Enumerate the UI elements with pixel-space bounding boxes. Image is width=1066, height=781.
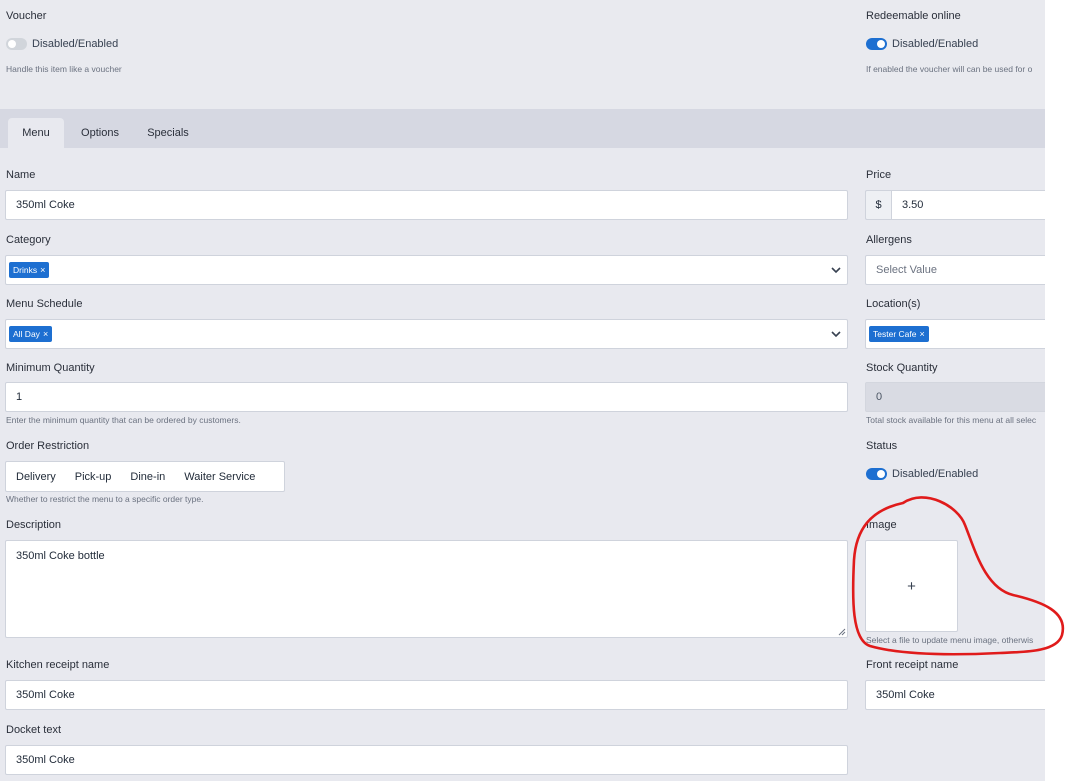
resize-handle-icon[interactable] <box>838 628 846 636</box>
kitchen-receipt-name-label: Kitchen receipt name <box>6 659 110 671</box>
locations-chip[interactable]: Tester Cafe × <box>869 326 929 342</box>
order-restriction-group: Delivery Pick-up Dine-in Waiter Service <box>5 461 285 492</box>
remove-chip-icon[interactable]: × <box>919 329 924 339</box>
menu-schedule-chip[interactable]: All Day × <box>9 326 53 342</box>
category-chip-label: Drinks <box>13 265 38 275</box>
front-receipt-name-input[interactable]: 350ml Coke <box>865 680 1045 710</box>
tab-options[interactable]: Options <box>72 118 128 148</box>
image-upload-button[interactable]: + <box>865 540 958 632</box>
redeemable-online-label: Redeemable online <box>866 10 961 22</box>
menu-item-edit-page: Voucher Disabled/Enabled Handle this ite… <box>0 0 1066 781</box>
menu-schedule-label: Menu Schedule <box>6 298 83 310</box>
order-type-waiter-service[interactable]: Waiter Service <box>184 471 255 483</box>
minimum-quantity-label: Minimum Quantity <box>6 362 95 374</box>
order-type-delivery[interactable]: Delivery <box>16 471 56 483</box>
menu-schedule-chip-label: All Day <box>13 329 40 339</box>
category-label: Category <box>6 234 51 246</box>
voucher-label: Voucher <box>6 10 47 22</box>
name-input[interactable]: 350ml Coke <box>5 190 848 220</box>
menu-schedule-select[interactable] <box>5 319 848 349</box>
tab-specials[interactable]: Specials <box>140 118 196 148</box>
order-restriction-label: Order Restriction <box>6 440 90 452</box>
category-select[interactable] <box>5 255 848 285</box>
kitchen-receipt-name-input[interactable]: 350ml Coke <box>5 680 848 710</box>
status-toggle[interactable] <box>866 468 887 480</box>
minimum-quantity-input[interactable]: 1 <box>5 382 848 412</box>
order-type-pickup[interactable]: Pick-up <box>75 471 112 483</box>
remove-chip-icon[interactable]: × <box>43 329 48 339</box>
front-receipt-name-label: Front receipt name <box>866 659 959 671</box>
status-label: Status <box>866 440 898 452</box>
stock-quantity-label: Stock Quantity <box>866 362 938 374</box>
price-input[interactable]: 3.50 <box>891 190 1045 220</box>
redeemable-online-toggle[interactable] <box>866 38 887 50</box>
price-currency-prefix: $ <box>865 190 891 220</box>
status-toggle-text: Disabled/Enabled <box>892 468 979 480</box>
stock-quantity-input: 0 <box>865 382 1045 412</box>
remove-chip-icon[interactable]: × <box>40 265 45 275</box>
page-margin <box>1045 0 1066 781</box>
chevron-down-icon[interactable] <box>830 328 842 340</box>
docket-text-label: Docket text <box>6 724 62 736</box>
allergens-label: Allergens <box>866 234 912 246</box>
redeemable-online-toggle-text: Disabled/Enabled <box>892 38 979 50</box>
allergens-placeholder: Select Value <box>876 264 937 276</box>
plus-icon: + <box>907 577 916 595</box>
name-label: Name <box>6 169 36 181</box>
allergens-select[interactable]: Select Value <box>865 255 1045 285</box>
chevron-down-icon[interactable] <box>830 264 842 276</box>
tab-menu[interactable]: Menu <box>8 118 64 148</box>
image-help: Select a file to update menu image, othe… <box>866 635 1034 645</box>
description-textarea[interactable]: 350ml Coke bottle <box>5 540 848 638</box>
description-text: 350ml Coke bottle <box>16 550 105 562</box>
description-label: Description <box>6 519 62 531</box>
image-label: Image <box>866 519 897 531</box>
minimum-quantity-help: Enter the minimum quantity that can be o… <box>6 415 241 425</box>
category-chip[interactable]: Drinks × <box>9 262 50 278</box>
order-type-dine-in[interactable]: Dine-in <box>130 471 165 483</box>
voucher-toggle[interactable] <box>6 38 27 50</box>
form-panel: Voucher Disabled/Enabled Handle this ite… <box>0 0 1045 781</box>
locations-chip-label: Tester Cafe <box>873 329 917 339</box>
voucher-help: Handle this item like a voucher <box>6 64 122 74</box>
stock-quantity-help: Total stock available for this menu at a… <box>866 415 1037 425</box>
price-label: Price <box>866 169 892 181</box>
docket-text-input[interactable]: 350ml Coke <box>5 745 848 775</box>
redeemable-online-help: If enabled the voucher will can be used … <box>866 64 1033 74</box>
order-restriction-help: Whether to restrict the menu to a specif… <box>6 494 204 504</box>
locations-label: Location(s) <box>866 298 921 310</box>
voucher-toggle-text: Disabled/Enabled <box>32 38 119 50</box>
